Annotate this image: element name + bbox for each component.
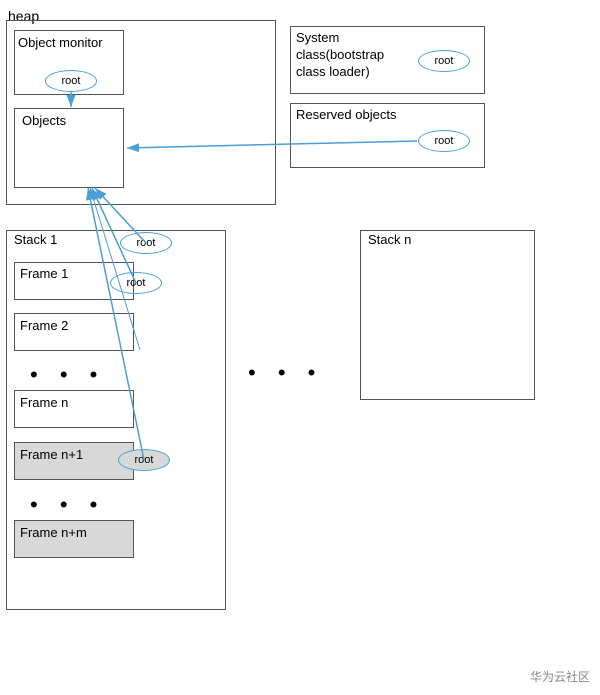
dots1: • • • <box>30 362 105 388</box>
root-oval-frame1: root <box>110 272 162 294</box>
dots-mid: • • • <box>248 360 323 386</box>
watermark: 华为云社区 <box>530 668 590 685</box>
reserved-label: Reserved objects <box>296 107 416 124</box>
root-oval-system: root <box>418 50 470 72</box>
root-oval-stack1: root <box>120 232 172 254</box>
objects-label: Objects <box>22 113 66 128</box>
frame2-label: Frame 2 <box>20 318 68 333</box>
root-oval-reserved: root <box>418 130 470 152</box>
root-oval-framen1: root <box>118 449 170 471</box>
stackn-box <box>360 230 535 400</box>
obj-monitor-label: Object monitor <box>18 35 103 52</box>
system-class-label: System class(bootstrap class loader) <box>296 30 416 81</box>
framen-label: Frame n <box>20 395 68 410</box>
stackn-label: Stack n <box>368 232 411 247</box>
framen1-label: Frame n+1 <box>20 447 83 462</box>
stack1-label: Stack 1 <box>14 232 57 247</box>
dots2: • • • <box>30 492 105 518</box>
diagram: heap Object monitor root Objects System … <box>0 0 600 695</box>
frame1-label: Frame 1 <box>20 266 68 281</box>
root-oval-monitor: root <box>45 70 97 92</box>
framem-label: Frame n+m <box>20 525 87 540</box>
